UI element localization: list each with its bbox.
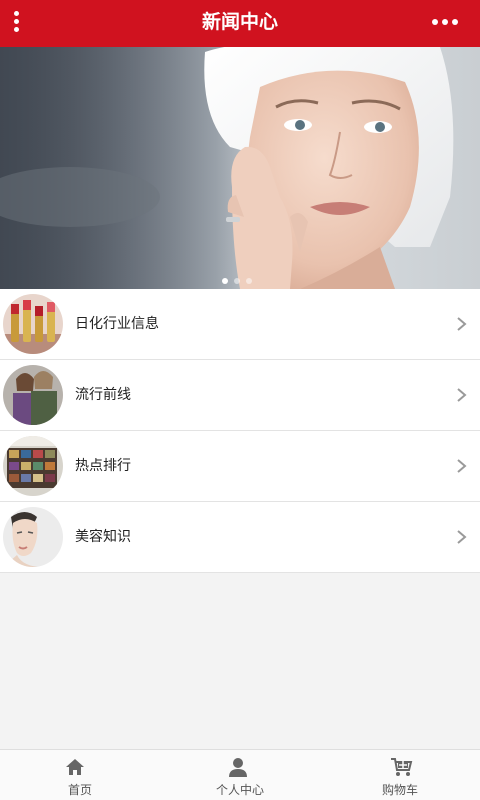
category-list: 日化行业信息 流行前线 热点排行 美容知识 — [0, 289, 480, 573]
banner-image — [0, 47, 454, 289]
list-item-label: 流行前线 — [75, 387, 131, 403]
cart-icon — [391, 758, 413, 776]
list-item[interactable]: 热点排行 — [0, 431, 480, 502]
carousel-dot[interactable] — [234, 278, 240, 284]
chevron-right-icon — [457, 530, 467, 544]
list-item[interactable]: 美容知识 — [0, 502, 480, 573]
bottom-tab-bar: 首页 个人中心 购物车 — [0, 749, 480, 800]
fashion-models-thumbnail — [3, 365, 63, 425]
carousel-dot[interactable] — [246, 278, 252, 284]
list-item-label: 日化行业信息 — [75, 316, 159, 332]
tab-label: 个人中心 — [215, 783, 264, 797]
more-button[interactable] — [430, 0, 480, 46]
list-item-label: 热点排行 — [75, 458, 131, 474]
user-icon — [229, 758, 247, 777]
carousel-indicator — [222, 269, 258, 288]
tab-label: 购物车 — [381, 783, 418, 797]
header-bar: 新闻中心 — [0, 0, 480, 47]
chevron-right-icon — [457, 459, 467, 473]
tab-home[interactable]: 首页 — [0, 750, 160, 800]
list-item[interactable]: 日化行业信息 — [0, 289, 480, 360]
tab-label: 首页 — [67, 783, 92, 797]
lipstick-thumbnail — [3, 294, 63, 354]
face-beauty-thumbnail — [3, 507, 63, 567]
carousel-dot[interactable] — [222, 278, 228, 284]
app: 新闻中心 日化行业信息 流行前线 热点排行 美容知识 首页 个人中心 购物车 — [0, 0, 480, 800]
home-icon — [66, 759, 84, 775]
store-shelf-thumbnail — [3, 436, 63, 496]
page-title: 新闻中心 — [201, 11, 278, 33]
chevron-right-icon — [457, 317, 467, 331]
tab-user-center[interactable]: 个人中心 — [160, 750, 320, 800]
banner-carousel[interactable] — [0, 47, 480, 289]
tab-cart[interactable]: 购物车 — [320, 750, 480, 800]
list-item[interactable]: 流行前线 — [0, 360, 480, 431]
list-item-label: 美容知识 — [75, 529, 131, 545]
chevron-right-icon — [457, 388, 467, 402]
